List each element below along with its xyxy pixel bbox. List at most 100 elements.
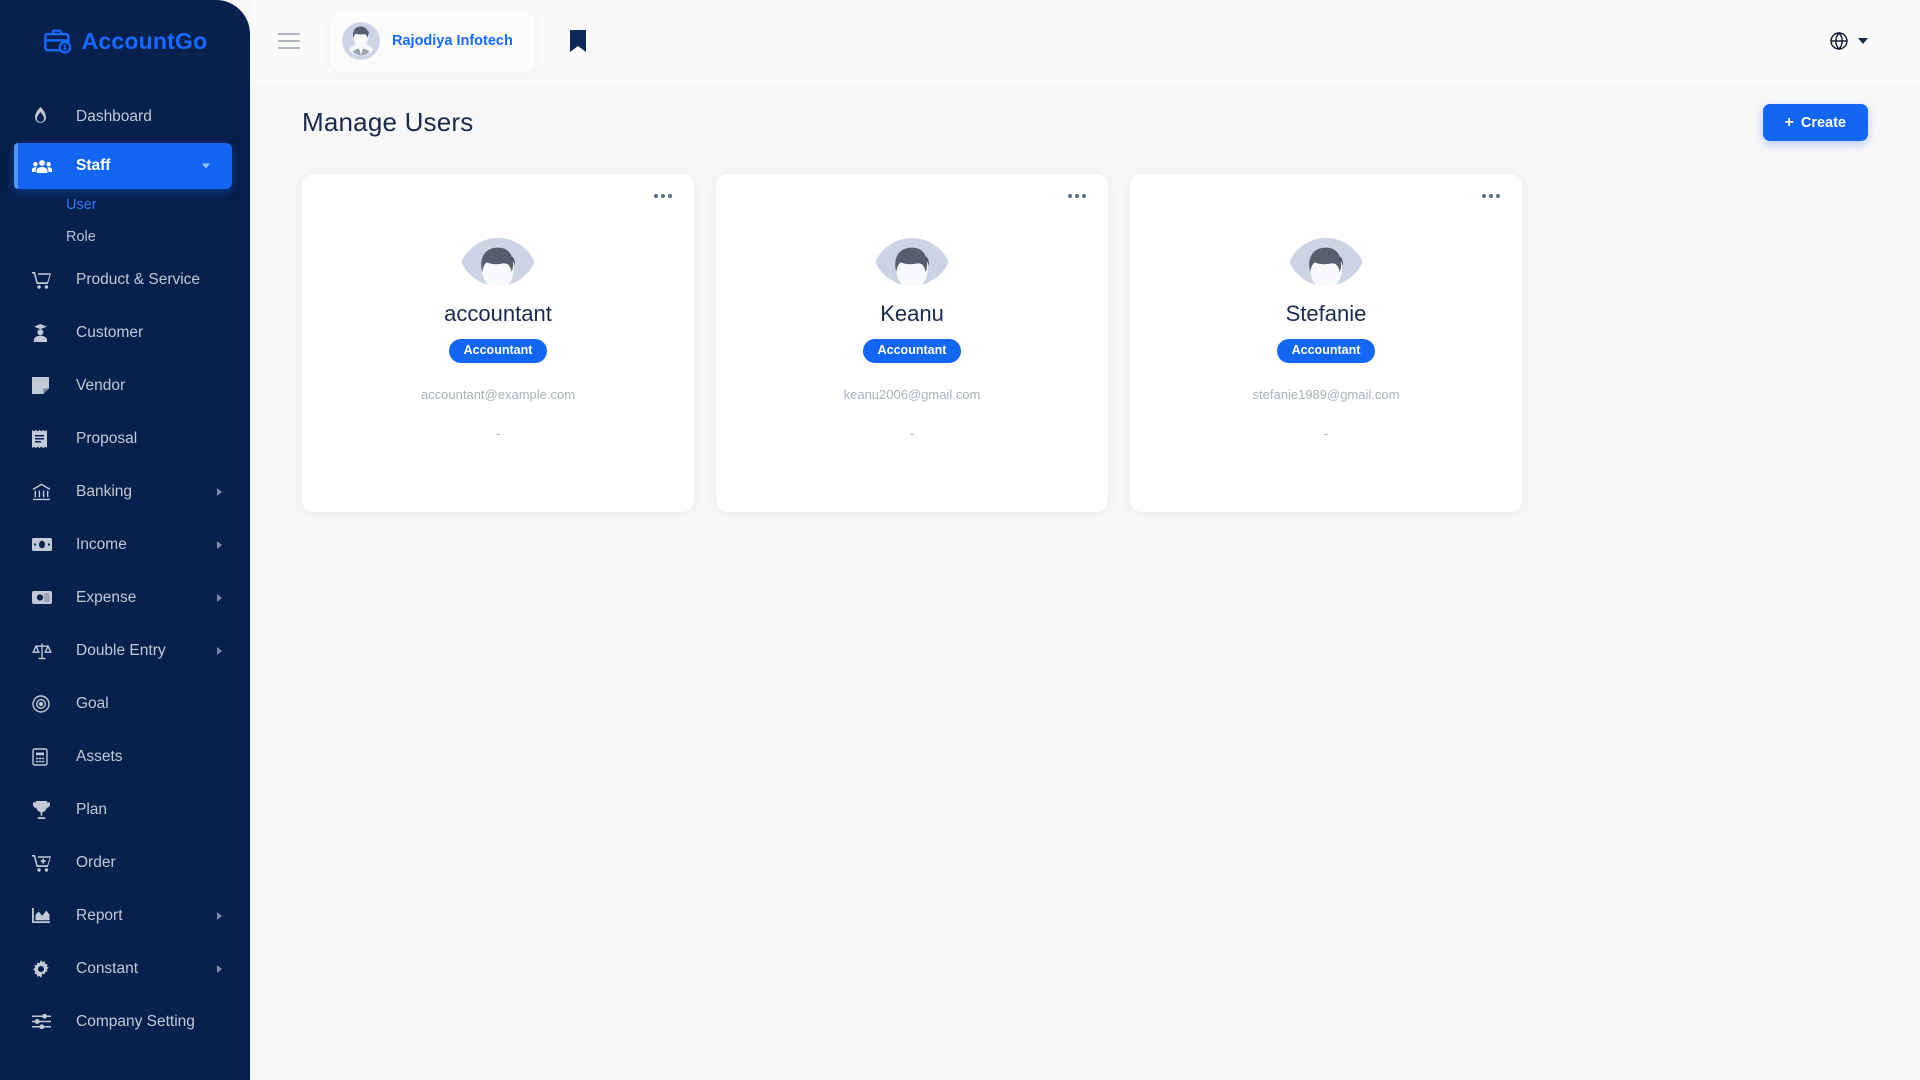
user-card[interactable]: Keanu Accountant keanu2006@gmail.com - — [716, 174, 1108, 512]
user-extra-field: - — [1323, 425, 1329, 441]
sidebar-item-label: Plan — [76, 800, 108, 818]
sidebar-item-label: Order — [76, 853, 116, 871]
chevron-down-icon[interactable] — [1858, 38, 1868, 44]
status-badge: Accountant — [862, 339, 962, 363]
more-options-icon[interactable] — [1068, 194, 1086, 198]
user-name: Keanu — [880, 301, 944, 326]
sidebar: AccountGo Dashboard Staff User Role Prod… — [0, 0, 250, 1080]
bookmark-icon[interactable] — [565, 26, 591, 56]
sidebar-item-assets[interactable]: Assets — [0, 730, 250, 783]
main-content: Rajodiya Infotech Manage Users + Create … — [250, 0, 1920, 1080]
user-card[interactable]: Stefanie Accountant stefanie1989@gmail.c… — [1130, 174, 1522, 512]
sidebar-item-label: Staff — [76, 157, 111, 174]
sidebar-item-constant[interactable]: Constant — [0, 942, 250, 995]
globe-icon[interactable] — [1830, 32, 1848, 50]
sidebar-item-order[interactable]: Order — [0, 836, 250, 889]
sidebar-item-label: Goal — [76, 694, 109, 712]
scale-icon — [32, 641, 58, 661]
chart-icon — [32, 906, 58, 926]
sidebar-subitem-label: Role — [66, 229, 96, 245]
user-card[interactable]: accountant Accountant accountant@example… — [302, 174, 694, 512]
sidebar-item-label: Constant — [76, 959, 139, 977]
receipt-icon — [32, 429, 58, 449]
sidebar-item-report[interactable]: Report — [0, 889, 250, 942]
sidebar-subitem-label: User — [66, 197, 97, 213]
sidebar-nav: Dashboard Staff User Role Product & Serv… — [0, 82, 250, 1048]
sidebar-item-role[interactable]: Role — [0, 221, 250, 253]
sidebar-item-label: Report — [76, 906, 123, 924]
sidebar-item-double-entry[interactable]: Double Entry — [0, 624, 250, 677]
banknote-icon — [32, 535, 58, 555]
status-badge: Accountant — [1276, 339, 1376, 363]
avatar — [458, 206, 538, 286]
user-email: stefanie1989@gmail.com — [1252, 386, 1400, 402]
sidebar-item-goal[interactable]: Goal — [0, 677, 250, 730]
briefcase-dollar-icon — [43, 26, 73, 56]
avatar — [1286, 206, 1366, 286]
topbar: Rajodiya Infotech — [250, 0, 1920, 82]
vendor-icon — [32, 376, 58, 396]
sidebar-item-label: Dashboard — [76, 107, 152, 125]
create-button-label: Create — [1800, 114, 1846, 131]
user-email: accountant@example.com — [420, 386, 576, 402]
sidebar-item-label: Company Setting — [76, 1012, 195, 1030]
sidebar-item-label: Customer — [76, 323, 144, 341]
customer-icon — [32, 323, 58, 343]
sidebar-item-proposal[interactable]: Proposal — [0, 412, 250, 465]
user-extra-field: - — [909, 425, 915, 441]
cart-icon — [32, 270, 58, 290]
flame-icon — [32, 107, 58, 127]
chevron-right-icon — [217, 593, 222, 602]
chevron-right-icon — [217, 540, 222, 549]
trophy-icon — [32, 800, 58, 820]
topbar-right-controls — [1830, 32, 1890, 50]
brand-name: AccountGo — [81, 27, 208, 54]
sidebar-item-income[interactable]: Income — [0, 518, 250, 571]
sidebar-item-expense[interactable]: Expense — [0, 571, 250, 624]
money-icon — [32, 588, 58, 608]
sidebar-item-label: Vendor — [76, 376, 126, 394]
calculator-icon — [32, 747, 58, 767]
avatar — [872, 206, 952, 286]
chevron-right-icon — [217, 964, 222, 973]
hamburger-icon[interactable] — [278, 33, 300, 49]
sidebar-item-product-service[interactable]: Product & Service — [0, 253, 250, 306]
brand-logo[interactable]: AccountGo — [0, 0, 250, 82]
sidebar-item-vendor[interactable]: Vendor — [0, 359, 250, 412]
chevron-down-icon — [202, 163, 210, 169]
sidebar-item-plan[interactable]: Plan — [0, 783, 250, 836]
sidebar-item-user[interactable]: User — [0, 189, 250, 221]
user-email: keanu2006@gmail.com — [843, 386, 981, 402]
user-extra-field: - — [495, 425, 501, 441]
plus-icon: + — [1784, 113, 1794, 131]
sidebar-item-staff[interactable]: Staff — [14, 143, 232, 189]
users-icon — [32, 156, 58, 176]
sidebar-item-label: Proposal — [76, 429, 138, 447]
page-header: Manage Users + Create — [250, 82, 1920, 141]
company-name: Rajodiya Infotech — [392, 33, 513, 49]
more-options-icon[interactable] — [654, 194, 672, 198]
chevron-right-icon — [217, 911, 222, 920]
gear-icon — [32, 959, 58, 979]
sidebar-item-label: Assets — [76, 747, 123, 765]
app-root: AccountGo Dashboard Staff User Role Prod… — [0, 0, 1920, 1080]
sidebar-item-customer[interactable]: Customer — [0, 306, 250, 359]
avatar — [342, 22, 380, 60]
sidebar-item-label: Product & Service — [76, 270, 201, 288]
target-icon — [32, 694, 58, 714]
sidebar-item-label: Income — [76, 535, 127, 553]
order-cart-icon — [32, 853, 58, 873]
sidebar-item-label: Expense — [76, 588, 137, 606]
user-name: Stefanie — [1285, 301, 1367, 326]
sidebar-item-banking[interactable]: Banking — [0, 465, 250, 518]
sidebar-item-label: Double Entry — [76, 641, 166, 659]
user-name: accountant — [444, 301, 552, 326]
chevron-right-icon — [217, 487, 222, 496]
more-options-icon[interactable] — [1482, 194, 1500, 198]
sidebar-item-company-setting[interactable]: Company Setting — [0, 995, 250, 1048]
status-badge: Accountant — [448, 339, 548, 363]
company-switcher[interactable]: Rajodiya Infotech — [330, 10, 535, 72]
create-button[interactable]: + Create — [1762, 104, 1868, 141]
sidebar-item-label: Banking — [76, 482, 133, 500]
sidebar-item-dashboard[interactable]: Dashboard — [0, 90, 250, 143]
